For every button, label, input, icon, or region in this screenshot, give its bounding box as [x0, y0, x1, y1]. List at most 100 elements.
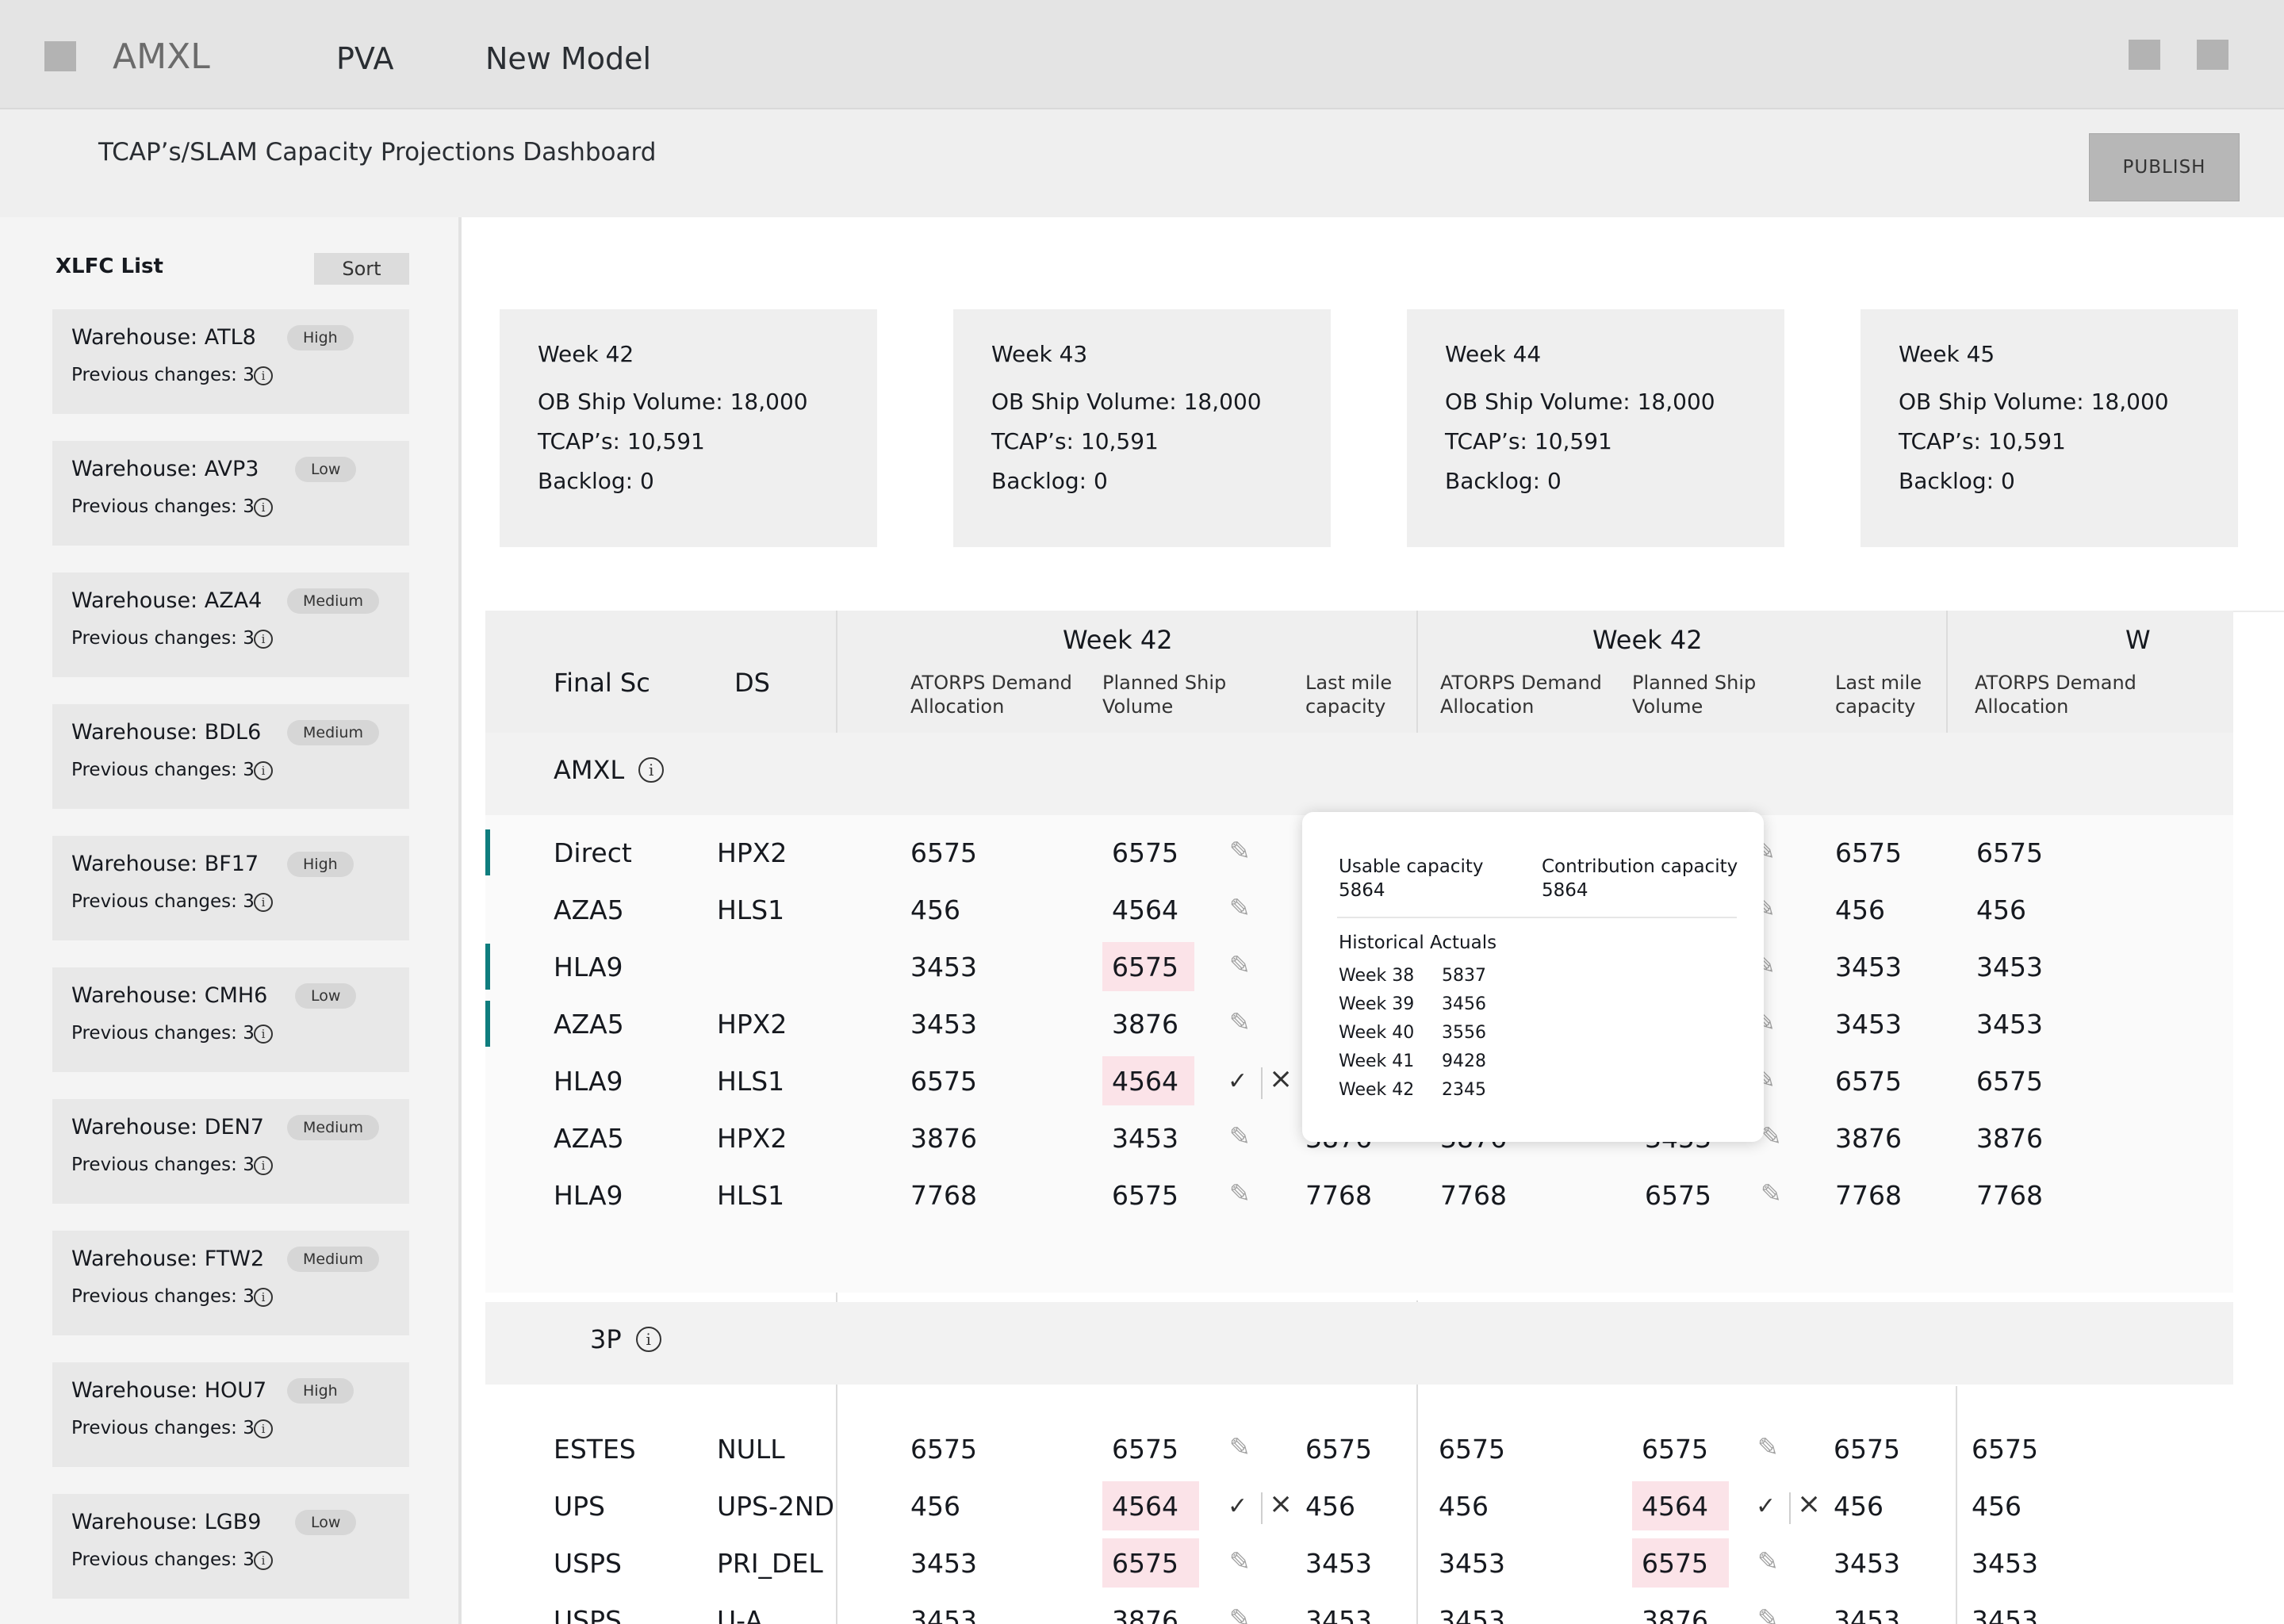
value-cell: 3876 [1976, 1123, 2043, 1154]
value-cell: 6575 [910, 1066, 977, 1097]
planned-volume-input[interactable]: 6575 [1112, 952, 1178, 982]
info-icon[interactable]: i [254, 1551, 273, 1570]
week-summary-card[interactable]: Week 43 OB Ship Volume: 18,000 TCAP’s: 10,… [953, 309, 1331, 547]
publish-button[interactable]: PUBLISH [2089, 133, 2240, 201]
warehouse-card[interactable]: Warehouse: FTW2 Medium Previous changes: 3… [52, 1231, 409, 1335]
warehouse-card[interactable]: Warehouse: BF17 High Previous changes: 3i [52, 836, 409, 940]
info-icon[interactable]: i [638, 757, 665, 783]
planned-volume-input[interactable]: 4564 [1112, 1491, 1178, 1522]
planned-volume-input[interactable]: 3876 [1112, 1009, 1178, 1040]
info-icon[interactable]: i [254, 630, 273, 649]
pencil-icon[interactable]: ✎ [1229, 1432, 1251, 1462]
value-cell: 3453 [1835, 1009, 1902, 1040]
value-cell: 7768 [910, 1180, 977, 1211]
warehouse-card[interactable]: Warehouse: AZA4 Medium Previous changes: 3… [52, 573, 409, 677]
info-icon[interactable]: i [254, 1288, 273, 1307]
col-header-final-sc[interactable]: Final Sc [554, 668, 650, 698]
week-card-volume: OB Ship Volume: 18,000 [1445, 389, 1715, 415]
planned-volume-input[interactable]: 3453 [1112, 1123, 1178, 1154]
value-cell: 6575 [1976, 837, 2043, 868]
sort-button[interactable]: Sort [314, 253, 409, 285]
brand-logo[interactable]: AMXL [113, 36, 210, 77]
final-sc-cell: AZA5 [554, 894, 624, 925]
info-icon[interactable]: i [254, 1025, 273, 1044]
nav-link-pva[interactable]: PVA [336, 41, 393, 76]
warehouse-card[interactable]: Warehouse: HOU7 High Previous changes: 3i [52, 1362, 409, 1467]
close-icon[interactable]: × [1797, 1488, 1821, 1520]
warehouse-card[interactable]: Warehouse: BDL6 Medium Previous changes: 3… [52, 704, 409, 809]
priority-badge: High [287, 852, 354, 877]
info-icon[interactable]: i [635, 1327, 661, 1352]
sub-header-atorps: ATORPS Demand Allocation [1975, 672, 2136, 718]
pencil-icon[interactable]: ✎ [1229, 1121, 1251, 1151]
pencil-icon[interactable]: ✎ [1229, 1178, 1251, 1208]
warehouse-card[interactable]: Warehouse: CMH6 Low Previous changes: 3i [52, 967, 409, 1072]
pencil-icon[interactable]: ✎ [1761, 1178, 1782, 1208]
planned-volume-input[interactable]: 6575 [1112, 837, 1178, 868]
warehouse-name: Warehouse: ATL8 [71, 325, 256, 350]
planned-volume-input[interactable]: 6575 [1112, 1180, 1178, 1211]
settings-square-icon[interactable] [2197, 40, 2228, 70]
pencil-icon[interactable]: ✎ [1757, 1603, 1779, 1624]
info-icon[interactable]: i [254, 893, 273, 912]
col-header-ds[interactable]: DS [734, 668, 770, 698]
value-cell: 456 [910, 1491, 960, 1522]
planned-volume-input[interactable]: 6575 [1112, 1434, 1178, 1465]
value-cell: 456 [910, 894, 960, 925]
value-cell: 3876 [1835, 1123, 1902, 1154]
close-icon[interactable]: × [1269, 1063, 1293, 1095]
planned-volume-input[interactable]: 6575 [1642, 1434, 1708, 1465]
nav-link-new-model[interactable]: New Model [485, 41, 651, 76]
pencil-icon[interactable]: ✎ [1229, 836, 1251, 866]
warehouse-name: Warehouse: BF17 [71, 852, 259, 876]
week-summary-card[interactable]: Week 42 OB Ship Volume: 18,000 TCAP’s: 10,… [500, 309, 877, 547]
planned-volume-input[interactable]: 4564 [1112, 1066, 1178, 1097]
info-icon[interactable]: i [254, 366, 273, 385]
pencil-icon[interactable]: ✎ [1229, 1546, 1251, 1576]
user-square-icon[interactable] [2129, 40, 2160, 70]
value-cell: 3453 [1976, 1009, 2043, 1040]
historical-value: 2345 [1442, 1080, 1486, 1100]
info-icon[interactable]: i [254, 498, 273, 517]
week-summary-card[interactable]: Week 45 OB Ship Volume: 18,000 TCAP’s: 10,… [1861, 309, 2238, 547]
action-separator [1789, 1492, 1791, 1524]
warehouse-card[interactable]: Warehouse: AVP3 Low Previous changes: 3i [52, 441, 409, 546]
info-icon[interactable]: i [254, 1419, 273, 1438]
value-cell: 7768 [1440, 1180, 1507, 1211]
warehouse-name: Warehouse: DEN7 [71, 1115, 264, 1139]
pencil-icon[interactable]: ✎ [1229, 1603, 1251, 1624]
check-icon[interactable]: ✓ [1228, 1492, 1247, 1520]
pencil-icon[interactable]: ✎ [1757, 1546, 1779, 1576]
warehouse-card[interactable]: Warehouse: LGB9 Low Previous changes: 3i [52, 1494, 409, 1599]
value-cell: 3453 [1439, 1548, 1505, 1579]
close-icon[interactable]: × [1269, 1488, 1293, 1520]
planned-volume-input[interactable]: 3876 [1112, 1605, 1178, 1624]
check-icon[interactable]: ✓ [1756, 1492, 1776, 1520]
top-nav: AMXL PVA New Model [0, 0, 2284, 109]
week-card-volume: OB Ship Volume: 18,000 [1899, 389, 2169, 415]
pencil-icon[interactable]: ✎ [1229, 950, 1251, 980]
pencil-icon[interactable]: ✎ [1757, 1432, 1779, 1462]
pencil-icon[interactable]: ✎ [1229, 1007, 1251, 1037]
pencil-icon[interactable]: ✎ [1761, 1121, 1782, 1151]
value-cell: 456 [1835, 894, 1885, 925]
planned-volume-input[interactable]: 4564 [1642, 1491, 1708, 1522]
week-card-week: Week 44 [1445, 341, 1542, 367]
section-label-3p: 3P i [590, 1324, 661, 1354]
info-icon[interactable]: i [254, 1156, 273, 1175]
planned-volume-input[interactable]: 6575 [1645, 1180, 1711, 1211]
planned-volume-input[interactable]: 4564 [1112, 894, 1178, 925]
week-summary-card[interactable]: Week 44 OB Ship Volume: 18,000 TCAP’s: 10,… [1407, 309, 1784, 547]
pencil-icon[interactable]: ✎ [1229, 893, 1251, 923]
value-cell: 6575 [910, 1434, 977, 1465]
warehouse-card[interactable]: Warehouse: ATL8 High Previous changes: 3i [52, 309, 409, 414]
ds-cell: HLS1 [717, 1180, 785, 1211]
check-icon[interactable]: ✓ [1228, 1067, 1247, 1095]
warehouse-card[interactable]: Warehouse: DEN7 Medium Previous changes: 3… [52, 1099, 409, 1204]
planned-volume-input[interactable]: 6575 [1642, 1548, 1708, 1579]
menu-square-icon[interactable] [44, 41, 76, 71]
planned-volume-input[interactable]: 6575 [1112, 1548, 1178, 1579]
value-cell: 3453 [1834, 1548, 1900, 1579]
planned-volume-input[interactable]: 3876 [1642, 1605, 1708, 1624]
info-icon[interactable]: i [254, 761, 273, 780]
